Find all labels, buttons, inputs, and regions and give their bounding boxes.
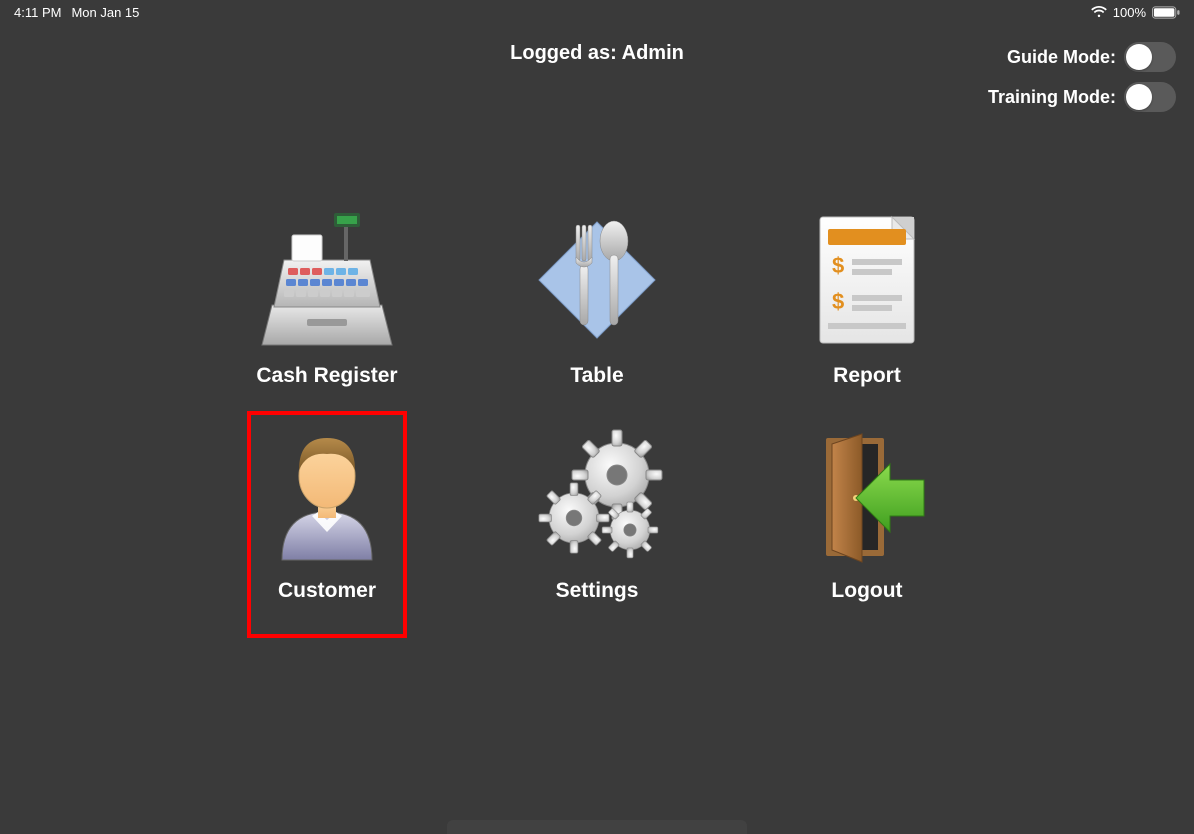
status-date: Mon Jan 15 bbox=[71, 5, 139, 20]
menu-item-report[interactable]: $ $ Report bbox=[787, 200, 947, 415]
menu-item-label: Cash Register bbox=[256, 364, 397, 388]
menu-item-label: Report bbox=[833, 364, 901, 388]
svg-text:$: $ bbox=[832, 289, 844, 314]
guide-mode-toggle[interactable] bbox=[1124, 42, 1176, 72]
menu-item-cash-register[interactable]: Cash Register bbox=[247, 200, 407, 415]
menu-item-customer[interactable]: Customer bbox=[247, 415, 407, 630]
menu-item-label: Settings bbox=[556, 579, 639, 603]
customer-icon bbox=[247, 415, 407, 575]
report-icon: $ $ bbox=[787, 200, 947, 360]
battery-percent: 100% bbox=[1113, 5, 1146, 20]
menu-item-label: Logout bbox=[831, 579, 902, 603]
guide-mode-label: Guide Mode: bbox=[1007, 47, 1116, 68]
menu-item-settings[interactable]: Settings bbox=[517, 415, 677, 630]
training-mode-row: Training Mode: bbox=[988, 82, 1176, 112]
mode-toggles: Guide Mode: Training Mode: bbox=[988, 42, 1176, 112]
menu-item-label: Customer bbox=[278, 579, 376, 603]
logout-icon bbox=[787, 415, 947, 575]
menu-item-table[interactable]: Table bbox=[517, 200, 677, 415]
status-left: 4:11 PM Mon Jan 15 bbox=[14, 5, 139, 20]
guide-mode-row: Guide Mode: bbox=[988, 42, 1176, 72]
home-indicator bbox=[447, 820, 747, 834]
table-icon bbox=[517, 200, 677, 360]
status-time: 4:11 PM bbox=[14, 5, 61, 20]
logged-as-label: Logged as: Admin bbox=[510, 42, 684, 65]
menu-item-logout[interactable]: Logout bbox=[787, 415, 947, 630]
wifi-icon bbox=[1091, 6, 1107, 18]
status-bar: 4:11 PM Mon Jan 15 100% bbox=[0, 0, 1194, 24]
main-menu: Cash Register bbox=[192, 200, 1002, 630]
status-right: 100% bbox=[1091, 5, 1180, 20]
training-mode-toggle[interactable] bbox=[1124, 82, 1176, 112]
cash-register-icon bbox=[247, 200, 407, 360]
svg-text:$: $ bbox=[832, 253, 844, 278]
battery-icon bbox=[1152, 6, 1180, 19]
settings-icon bbox=[517, 415, 677, 575]
training-mode-label: Training Mode: bbox=[988, 87, 1116, 108]
menu-item-label: Table bbox=[570, 364, 623, 388]
